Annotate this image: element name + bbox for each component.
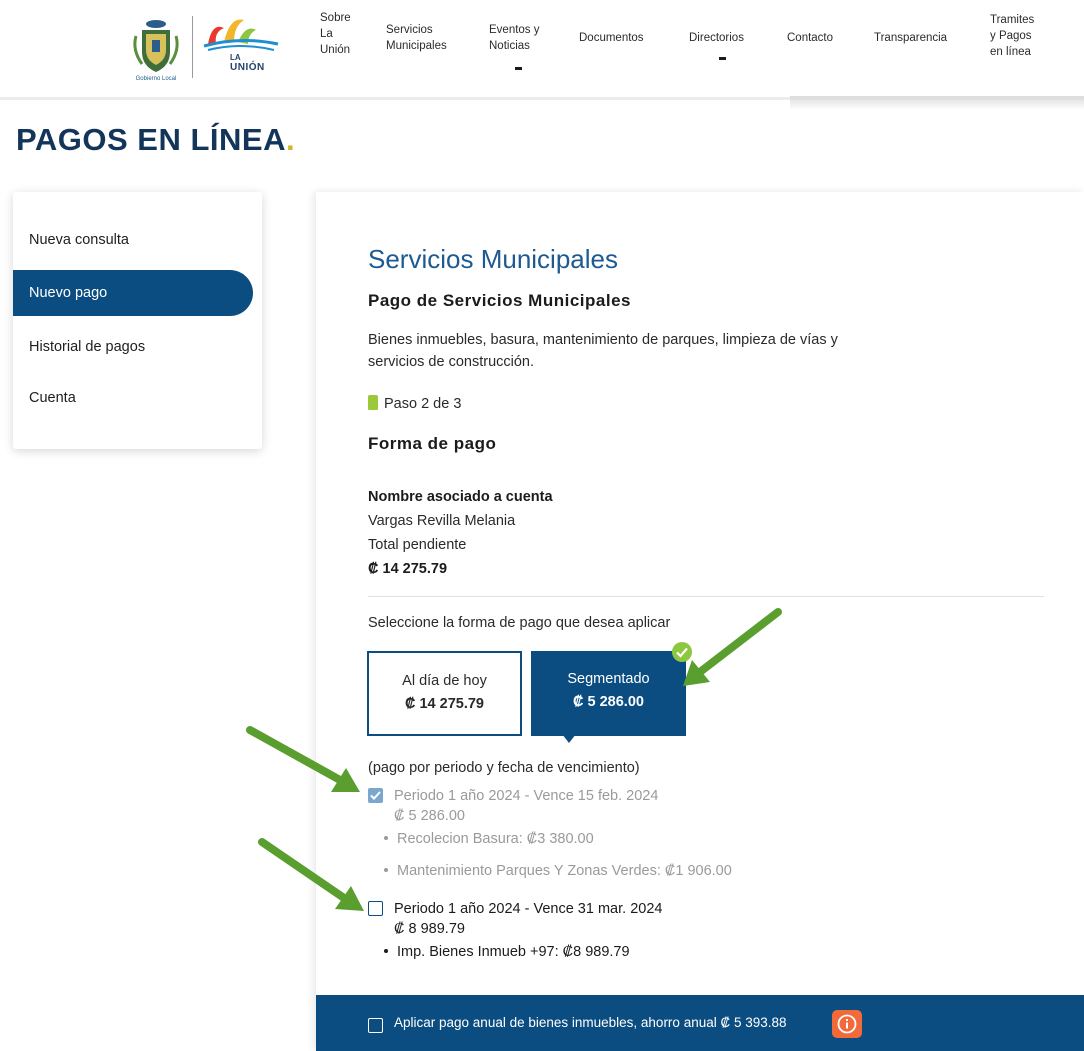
period-1-item-text: Recolecion Basura: ₡3 380.00 [397, 831, 594, 847]
header-shadow [790, 96, 1084, 110]
period-1-title: Periodo 1 año 2024 - Vence 15 feb. 2024 [394, 788, 659, 804]
nav-eventos-dropdown-icon[interactable] [515, 67, 522, 70]
payment-method-heading: Forma de pago [368, 434, 497, 453]
nav-servicios-municipales[interactable]: Servicios Municipales [386, 22, 447, 54]
nav-sobre-la-union[interactable]: Sobre La Unión [320, 10, 351, 58]
menu-item-nueva-consulta[interactable]: Nueva consulta [13, 217, 253, 263]
option-label: Segmentado [567, 671, 650, 687]
period-2-amount: ₡ 8 989.79 [394, 921, 465, 937]
menu-item-historial-pagos[interactable]: Historial de pagos [13, 324, 253, 370]
crest-caption: Gobierno Local [135, 76, 177, 82]
period-1-item-text: Mantenimiento Parques Y Zonas Verdes: ₡1… [397, 863, 732, 879]
total-pending-value: ₡ 14 275.79 [368, 561, 448, 577]
page-title-dot: . [285, 122, 296, 157]
site-header: Gobierno Local LA UNIÓN Sobre La Unión S… [0, 0, 1084, 100]
service-description: Bienes inmuebles, basura, mantenimiento … [368, 332, 838, 370]
option-al-dia-de-hoy[interactable]: Al día de hoy ₡ 14 275.79 [367, 651, 522, 736]
step-indicator: Paso 2 de 3 [368, 394, 461, 414]
total-pending-label: Total pendiente [368, 537, 467, 553]
section-divider [368, 596, 1044, 597]
bullet-icon [384, 836, 388, 840]
option-segmentado[interactable]: Segmentado ₡ 5 286.00 [531, 651, 686, 736]
bullet-icon [384, 868, 388, 872]
side-menu: Nueva consulta Nuevo pago Historial de p… [13, 192, 262, 449]
period-1-item: Recolecion Basura: ₡3 380.00 [384, 831, 594, 847]
period-1-item: Mantenimiento Parques Y Zonas Verdes: ₡1… [384, 863, 732, 879]
bullet-icon [384, 949, 388, 953]
menu-item-nuevo-pago[interactable]: Nuevo pago [13, 270, 253, 316]
account-name-label: Nombre asociado a cuenta [368, 489, 553, 505]
step-marker-icon [368, 395, 378, 410]
nav-contacto[interactable]: Contacto [787, 30, 833, 46]
nav-transparencia[interactable]: Transparencia [874, 30, 947, 46]
nav-directorios-dropdown-icon[interactable] [719, 57, 726, 60]
service-subheading: Pago de Servicios Municipales [368, 291, 631, 310]
period-2-title: Periodo 1 año 2024 - Vence 31 mar. 2024 [394, 901, 663, 917]
menu-item-cuenta[interactable]: Cuenta [13, 375, 253, 421]
nav-directorios[interactable]: Directorios [689, 30, 744, 46]
logo-union-text: UNIÓN [230, 62, 265, 73]
la-union-logo[interactable]: LA UNIÓN [200, 14, 282, 80]
option-amount: ₡ 14 275.79 [404, 696, 484, 712]
nav-tramites-pagos[interactable]: Tramites y Pagos en línea [990, 12, 1034, 60]
logo-la-text: LA [230, 53, 241, 62]
option-label: Al día de hoy [402, 673, 487, 689]
annual-payment-text: Aplicar pago anual de bienes inmuebles, … [394, 1015, 787, 1030]
nav-eventos-noticias[interactable]: Eventos y Noticias [489, 22, 540, 54]
selected-check-icon [672, 642, 692, 662]
logo-divider [192, 16, 193, 78]
select-payment-prompt: Seleccione la forma de pago que desea ap… [368, 615, 671, 631]
selected-option-caret [562, 734, 576, 743]
account-name-value: Vargas Revilla Melania [368, 513, 516, 529]
payment-note: (pago por periodo y fecha de vencimiento… [368, 760, 640, 776]
period-1-checkbox[interactable] [368, 788, 383, 803]
checkmark-icon [370, 791, 381, 800]
step-text: Paso 2 de 3 [384, 396, 462, 412]
info-button[interactable] [832, 1010, 862, 1038]
option-amount: ₡ 5 286.00 [573, 694, 644, 710]
crest-icon [133, 20, 179, 72]
period-2-checkbox[interactable] [368, 901, 383, 916]
la-union-swoosh-icon [203, 19, 279, 51]
period-2-item: Imp. Bienes Inmueb +97: ₡8 989.79 [384, 944, 630, 960]
service-heading: Servicios Municipales [368, 244, 618, 274]
annual-payment-checkbox[interactable] [368, 1018, 383, 1033]
info-icon [837, 1014, 857, 1034]
nav-documentos[interactable]: Documentos [579, 30, 644, 46]
period-1-amount: ₡ 5 286.00 [394, 808, 465, 824]
gobierno-local-crest-logo[interactable]: Gobierno Local [128, 14, 184, 86]
page-title: PAGOS EN LÍNEA. [16, 122, 295, 158]
page-title-text: PAGOS EN LÍNEA [16, 122, 286, 157]
period-2-item-text: Imp. Bienes Inmueb +97: ₡8 989.79 [397, 944, 630, 960]
